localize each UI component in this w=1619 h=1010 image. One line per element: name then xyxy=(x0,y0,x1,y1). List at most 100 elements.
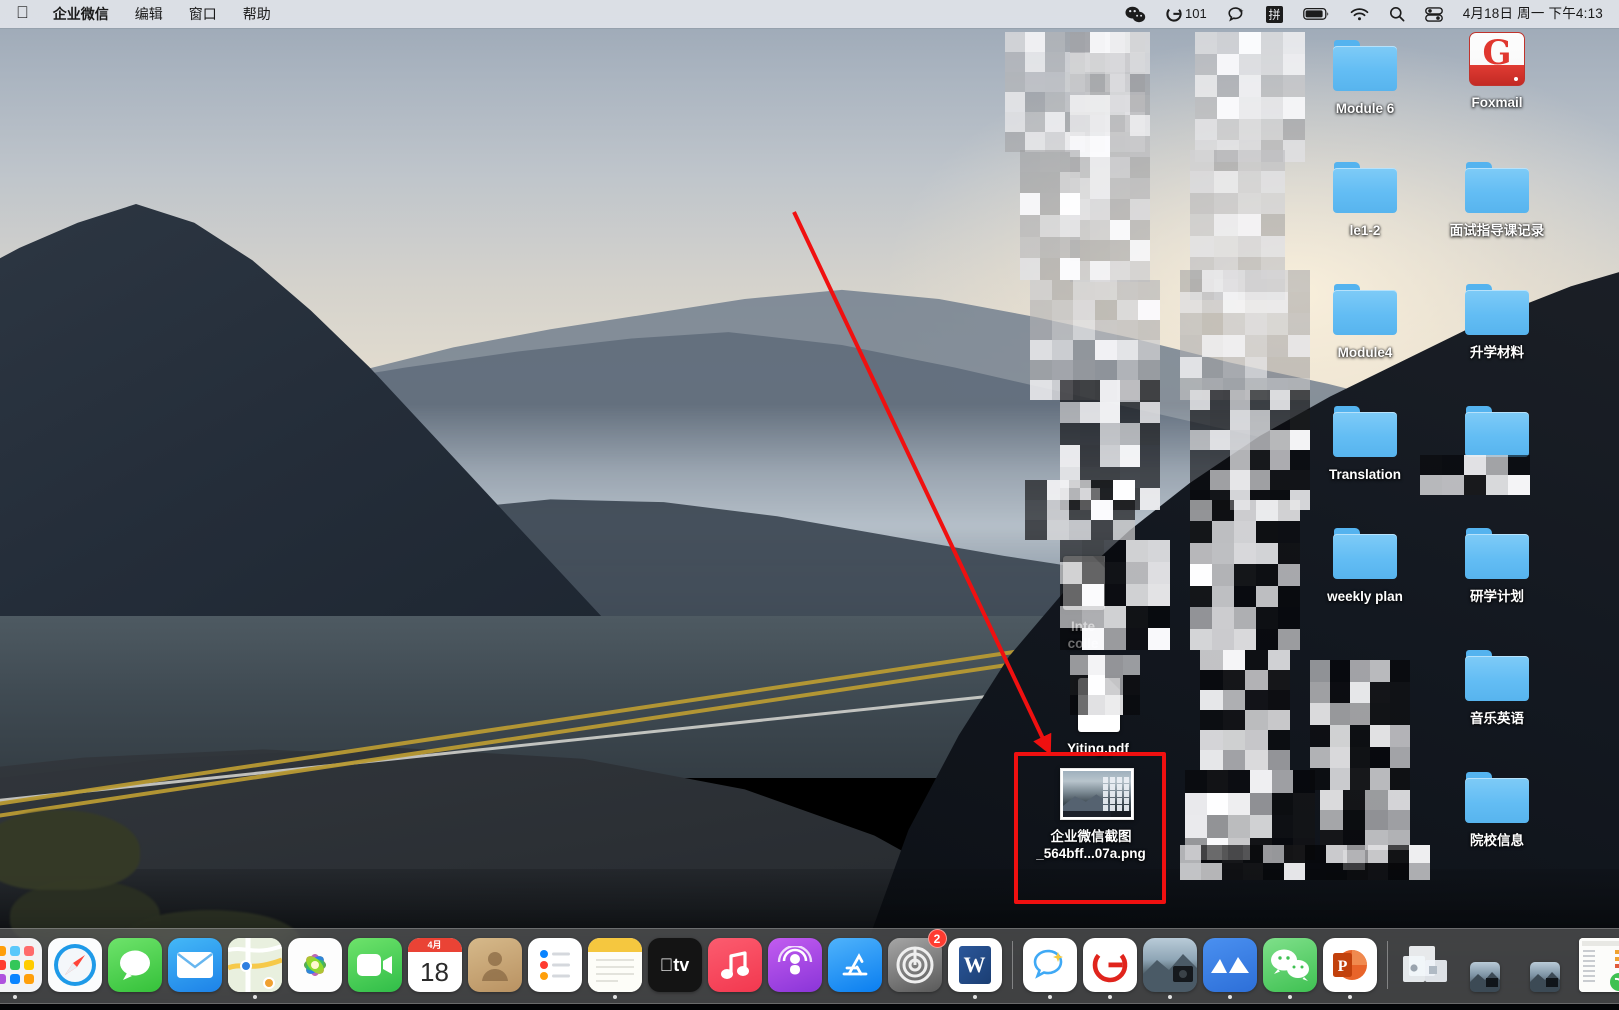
wifi-icon[interactable] xyxy=(1340,0,1379,28)
menu-item-app-name[interactable]: 企业微信 xyxy=(40,0,122,28)
desktop-icon-module-6[interactable]: Module 6 xyxy=(1310,38,1420,117)
desktop-icon-module1-2[interactable]: le1-2 xyxy=(1310,160,1420,239)
dock-item-podcasts[interactable] xyxy=(765,931,825,999)
dock-item-downloads-stack[interactable] xyxy=(1395,931,1455,999)
facetime-icon xyxy=(347,938,402,992)
redaction-mosaic-block xyxy=(1180,845,1430,880)
desktop-icon-interview-notes[interactable]: 面试指导课记录 xyxy=(1442,160,1552,239)
redaction-mosaic-block xyxy=(1195,32,1305,162)
folder-icon xyxy=(1331,526,1399,582)
dock-item-safari[interactable] xyxy=(45,931,105,999)
dock-item-microsoft-word[interactable]: W xyxy=(945,931,1005,999)
desktop-icon-music-english[interactable]: 音乐英语 xyxy=(1442,648,1552,727)
dock-item-minimized-window-1[interactable] xyxy=(1455,931,1515,999)
desktop-icon-label: 面试指导课记录 xyxy=(1449,223,1545,238)
folder-icon xyxy=(1331,38,1399,94)
music-icon xyxy=(707,938,762,992)
dock-item-facetime[interactable] xyxy=(345,931,405,999)
redaction-mosaic-block xyxy=(1180,270,1310,400)
selection-highlight-box xyxy=(1014,752,1166,904)
dock-running-indicator xyxy=(1423,995,1427,999)
menu-item-edit[interactable]: 编辑 xyxy=(122,0,176,28)
svg-text:P: P xyxy=(1337,958,1347,975)
dock-running-indicator xyxy=(673,995,677,999)
dock-item-wecom[interactable] xyxy=(1200,931,1260,999)
dock[interactable]: 4月 18 tv xyxy=(0,928,1619,1004)
calendar-icon: 4月 18 xyxy=(407,938,462,992)
dock-item-screenshot-viewer[interactable] xyxy=(1140,931,1200,999)
redaction-mosaic-block xyxy=(1060,540,1170,650)
launchpad-icon xyxy=(0,938,42,992)
dock-running-indicator xyxy=(193,995,197,999)
dock-item-mail[interactable] xyxy=(165,931,225,999)
desktop-icon-school-info[interactable]: 院校信息 xyxy=(1442,770,1552,849)
dock-running-indicator xyxy=(1287,995,1292,999)
desktop[interactable]: Module 6 G Foxmail le1-2 面试指导课记录 Module4 升学材料 T… xyxy=(0,0,1619,1010)
menu-bar[interactable]:  企业微信 编辑 窗口 帮助 101 xyxy=(0,0,1619,28)
dock-item-messages[interactable] xyxy=(105,931,165,999)
desktop-icon-study-materials[interactable]: 升学材料 xyxy=(1442,282,1552,361)
screenshot-viewer-icon xyxy=(1142,938,1197,992)
siri-bubble-icon[interactable] xyxy=(1217,0,1256,28)
reminders-icon xyxy=(527,938,582,992)
menu-bar-clock[interactable]: 4月18日 周一 下午4:13 xyxy=(1453,0,1607,28)
dock-running-indicator xyxy=(972,995,977,999)
grammarly-status-icon[interactable]: 101 xyxy=(1156,0,1217,28)
dock-item-reminders[interactable] xyxy=(525,931,585,999)
dock-item-launchpad[interactable] xyxy=(0,931,45,999)
desktop-icon-label: le1-2 xyxy=(1349,223,1381,238)
powerpoint-icon: P xyxy=(1322,938,1377,992)
dock-running-indicator xyxy=(493,995,497,999)
grammarly-count-label: 101 xyxy=(1184,6,1207,21)
grammarly-icon xyxy=(1082,938,1137,992)
menu-item-help[interactable]: 帮助 xyxy=(230,0,284,28)
dock-separator-1 xyxy=(1011,941,1013,989)
desktop-icon-label: Foxmail xyxy=(1471,95,1523,110)
control-center-icon[interactable] xyxy=(1415,0,1453,28)
dock-minimized-section[interactable] xyxy=(1395,931,1619,999)
dock-item-photos[interactable] xyxy=(285,931,345,999)
dock-running-indicator xyxy=(433,995,437,999)
desktop-icon-translation[interactable]: Translation xyxy=(1310,404,1420,483)
desktop-icon-weekly-plan[interactable]: weekly plan xyxy=(1310,526,1420,605)
menu-bar-status-area[interactable]: 101 拼 4月18日 周一 下午4:13 xyxy=(1115,0,1619,28)
svg-text:拼: 拼 xyxy=(1268,8,1280,22)
messages-icon xyxy=(107,938,162,992)
dock-item-app-store[interactable] xyxy=(825,931,885,999)
dock-item-grammarly[interactable] xyxy=(1080,931,1140,999)
dock-item-apple-tv[interactable]: tv xyxy=(645,931,705,999)
dock-item-music[interactable] xyxy=(705,931,765,999)
menu-item-window[interactable]: 窗口 xyxy=(176,0,230,28)
desktop-icon-foxmail[interactable]: G Foxmail xyxy=(1442,32,1552,111)
redaction-mosaic-block xyxy=(1420,455,1530,495)
desktop-icon-research-plan[interactable]: 研学计划 xyxy=(1442,526,1552,605)
dock-running-indicator xyxy=(913,995,917,999)
apple-logo-icon[interactable]:  xyxy=(14,0,40,27)
dock-item-minimized-window-3[interactable] xyxy=(1575,931,1619,999)
photos-icon xyxy=(287,938,342,992)
dock-item-minimized-window-2[interactable] xyxy=(1515,931,1575,999)
redaction-mosaic-block xyxy=(1070,655,1140,715)
dock-item-siri-chat[interactable] xyxy=(1020,931,1080,999)
dock-item-contacts[interactable] xyxy=(465,931,525,999)
battery-icon[interactable] xyxy=(1293,0,1340,28)
pinyin-input-icon[interactable]: 拼 xyxy=(1256,0,1293,28)
dock-item-system-preferences[interactable]: 2 xyxy=(885,929,947,999)
dock-item-powerpoint[interactable]: P xyxy=(1320,931,1380,999)
spotlight-search-icon[interactable] xyxy=(1379,0,1415,28)
foxmail-disk-icon: G xyxy=(1463,32,1531,88)
dock-item-maps[interactable] xyxy=(225,931,285,999)
wechat-status-icon[interactable] xyxy=(1115,0,1156,28)
menu-bar-left[interactable]:  企业微信 编辑 窗口 帮助 xyxy=(0,0,284,28)
dock-item-calendar[interactable]: 4月 18 xyxy=(405,931,465,999)
dock-running-indicator xyxy=(793,995,797,999)
dock-item-notes[interactable] xyxy=(585,931,645,999)
dock-apps-section[interactable]: 4月 18 tv xyxy=(0,929,1005,999)
dock-apps-section-2[interactable]: P xyxy=(1020,931,1380,999)
calendar-day-label: 18 xyxy=(420,956,449,987)
dock-item-wechat[interactable] xyxy=(1260,931,1320,999)
dock-running-indicator xyxy=(1347,995,1352,999)
dock-running-indicator xyxy=(1483,995,1487,999)
maps-icon xyxy=(227,938,282,992)
desktop-icon-module4[interactable]: Module4 xyxy=(1310,282,1420,361)
